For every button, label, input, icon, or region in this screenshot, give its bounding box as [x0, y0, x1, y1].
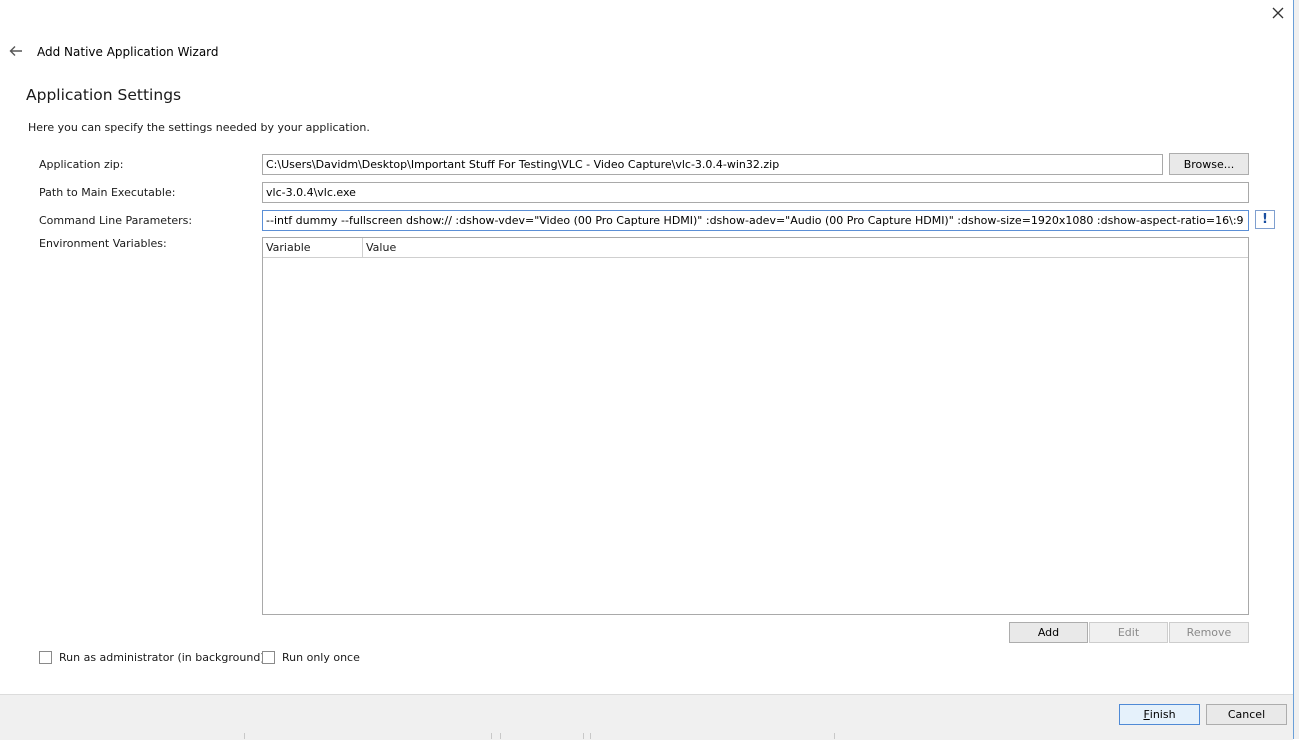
arrow-left-icon	[9, 46, 22, 56]
run-once-label: Run only once	[282, 651, 360, 664]
run-once-checkbox[interactable]: Run only once	[262, 651, 360, 664]
remove-button[interactable]: Remove	[1169, 622, 1249, 643]
column-header-variable[interactable]: Variable	[263, 238, 363, 257]
wizard-window: Add Native Application Wizard Applicatio…	[0, 0, 1294, 740]
section-title: Application Settings	[26, 86, 182, 104]
main-exe-input[interactable]: vlc-3.0.4\vlc.exe	[262, 182, 1249, 203]
cmd-params-input[interactable]: --intf dummy --fullscreen dshow:// :dsho…	[262, 210, 1249, 231]
cmd-params-label: Command Line Parameters:	[39, 214, 193, 227]
add-button[interactable]: Add	[1009, 622, 1088, 643]
column-header-value[interactable]: Value	[363, 238, 1248, 257]
finish-button[interactable]: Finish	[1119, 704, 1200, 725]
run-admin-label: Run as administrator (in background)	[59, 651, 265, 664]
cancel-button[interactable]: Cancel	[1206, 704, 1287, 725]
back-button[interactable]	[6, 42, 26, 60]
finish-label-post: inish	[1149, 708, 1176, 721]
app-zip-label: Application zip:	[39, 158, 124, 171]
grid-header: Variable Value	[263, 238, 1248, 258]
run-admin-checkbox-box[interactable]	[39, 651, 52, 664]
app-zip-input[interactable]: C:\Users\Davidm\Desktop\Important Stuff …	[262, 154, 1163, 175]
edit-button[interactable]: Edit	[1089, 622, 1168, 643]
browse-button[interactable]: Browse...	[1169, 153, 1249, 175]
section-description: Here you can specify the settings needed…	[28, 121, 370, 134]
main-exe-label: Path to Main Executable:	[39, 186, 176, 199]
run-admin-checkbox[interactable]: Run as administrator (in background)	[39, 651, 265, 664]
run-once-checkbox-box[interactable]	[262, 651, 275, 664]
close-button[interactable]	[1266, 2, 1290, 24]
env-vars-grid[interactable]: Variable Value	[262, 237, 1249, 615]
background-strip	[1294, 0, 1299, 739]
env-vars-label: Environment Variables:	[39, 237, 167, 250]
background-separators	[0, 733, 1293, 739]
close-icon	[1272, 7, 1284, 19]
wizard-title: Add Native Application Wizard	[37, 45, 219, 59]
warning-button[interactable]: !	[1255, 210, 1275, 229]
